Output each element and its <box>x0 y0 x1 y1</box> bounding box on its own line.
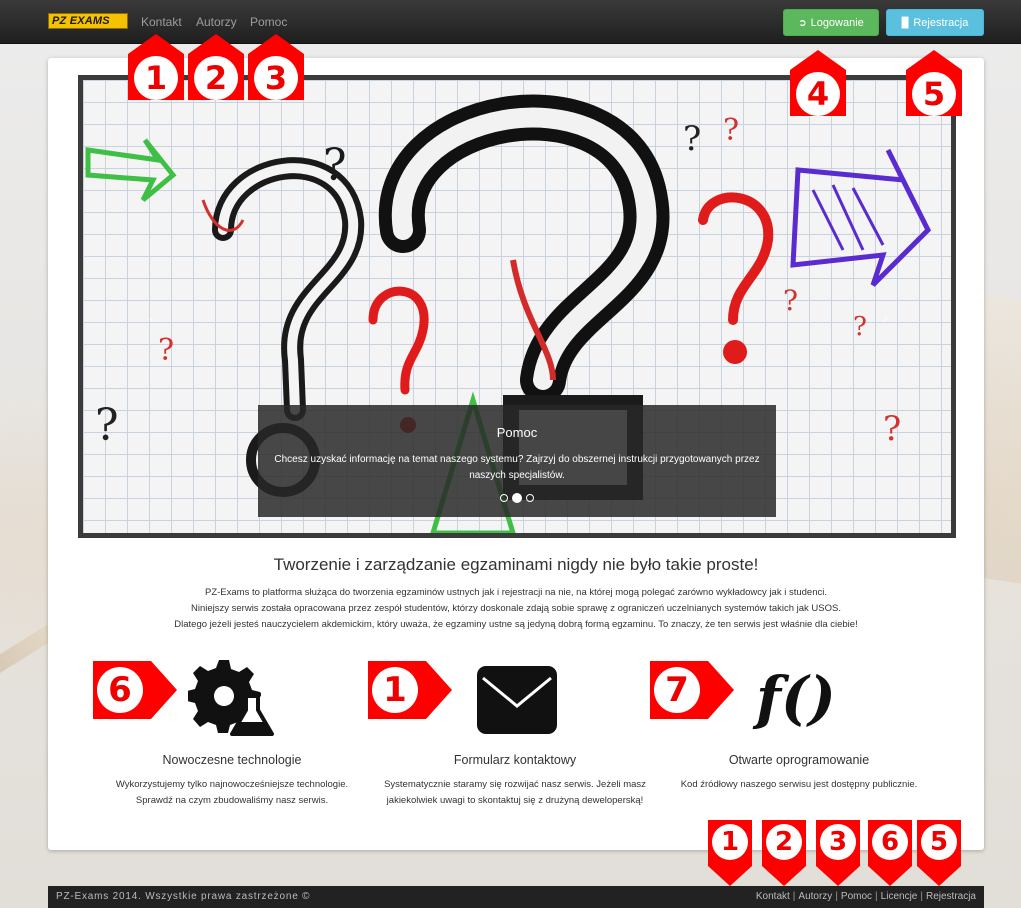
annotation-number: 3 <box>820 824 856 860</box>
sign-in-icon: ➲ <box>798 18 807 29</box>
brand-logo[interactable]: PZ EXAMS <box>48 13 128 29</box>
annotation-marker: 5 <box>917 820 961 886</box>
svg-text:?: ? <box>683 119 701 159</box>
annotation-marker: 1 <box>128 34 184 100</box>
annotation-number: 1 <box>712 824 748 860</box>
login-button[interactable]: ➲ Logowanie <box>783 9 879 36</box>
footer-link-autorzy[interactable]: Autorzy <box>798 891 832 902</box>
annotation-number: 1 <box>372 667 418 713</box>
intro-line-2: Niniejszy serwis została opracowana prze… <box>190 603 841 614</box>
feature-title-open-source: Otwarte oprogramowanie <box>728 753 870 767</box>
svg-text:?: ? <box>883 409 901 449</box>
feature-title-contact: Formularz kontaktowy <box>453 753 577 767</box>
annotation-number: 4 <box>796 72 840 116</box>
annotation-number: 2 <box>194 56 238 100</box>
footer-bar: PZ-Exams 2014. Wszystkie prawa zastrzeżo… <box>48 886 984 908</box>
annotation-marker: 1 <box>708 820 752 886</box>
annotation-marker: 2 <box>188 34 244 100</box>
footer-separator: | <box>920 891 923 902</box>
feature-text-technologies: Wykorzystujemy tylko najnowocześniejsze … <box>115 779 349 806</box>
annotation-marker: 6 <box>93 661 177 719</box>
nav-link-autorzy[interactable]: Autorzy <box>196 14 237 30</box>
svg-text:?: ? <box>95 400 119 451</box>
footer-link-licencje[interactable]: Licencje <box>881 891 918 902</box>
annotation-marker: 3 <box>248 34 304 100</box>
svg-text:?: ? <box>723 113 739 148</box>
annotation-number: 5 <box>921 824 957 860</box>
annotation-number: 1 <box>134 56 178 100</box>
annotation-marker: 5 <box>906 50 962 116</box>
feature-text-contact: Systematycznie staramy się rozwijać nasz… <box>384 779 646 806</box>
intro-line-3: Dlatego jeżeli jesteś nauczycielem akdem… <box>174 619 858 630</box>
annotation-number: 6 <box>872 824 908 860</box>
annotation-number: 6 <box>97 667 143 713</box>
footer-copyright: PZ-Exams 2014. Wszystkie prawa zastrzeżo… <box>56 891 311 902</box>
feature-title-technologies: Nowoczesne technologie <box>162 753 302 767</box>
hero-carousel[interactable]: ? ? ? ? ? ? ? ? ‹ › Pomoc Chcesz uzyskać… <box>78 75 956 538</box>
envelope-icon[interactable] <box>475 664 559 736</box>
footer-link-rejestracja[interactable]: Rejestracja <box>926 891 976 902</box>
carousel-prev-icon[interactable]: ‹ <box>149 310 154 326</box>
main-panel: ? ? ? ? ? ? ? ? ‹ › Pomoc Chcesz uzyskać… <box>48 58 984 850</box>
annotation-marker: 7 <box>650 661 734 719</box>
register-label: Rejestracja <box>913 17 969 29</box>
nav-link-pomoc[interactable]: Pomoc <box>250 14 287 30</box>
annotation-number: 5 <box>912 72 956 116</box>
annotation-marker: 2 <box>762 820 806 886</box>
document-icon: ▉ <box>901 18 910 29</box>
footer-link-pomoc[interactable]: Pomoc <box>841 891 872 902</box>
carousel-indicator-2[interactable] <box>512 493 522 503</box>
function-icon: f() <box>756 664 836 732</box>
svg-text:?: ? <box>158 333 174 368</box>
annotation-marker: 1 <box>368 661 452 719</box>
intro-text: PZ-Exams to platforma służąca do tworzen… <box>88 585 944 633</box>
annotation-marker: 4 <box>790 50 846 116</box>
footer-separator: | <box>875 891 878 902</box>
annotation-number: 3 <box>254 56 298 100</box>
annotation-number: 7 <box>654 667 700 713</box>
caption-text: Chcesz uzyskać informację na temat nasze… <box>274 454 760 481</box>
annotation-marker: 3 <box>816 820 860 886</box>
feature-text-open-source: Kod źródłowy naszego serwisu jest dostęp… <box>680 779 918 790</box>
annotation-marker: 6 <box>868 820 912 886</box>
carousel-indicator-1[interactable] <box>500 494 508 502</box>
carousel-next-icon[interactable]: › <box>883 310 888 326</box>
svg-text:?: ? <box>853 312 867 342</box>
carousel-caption: Pomoc Chcesz uzyskać informację na temat… <box>258 405 776 517</box>
svg-text:?: ? <box>783 284 798 317</box>
footer-separator: | <box>792 891 796 902</box>
gear-flask-icon <box>188 660 274 736</box>
intro-line-1: PZ-Exams to platforma służąca do tworzen… <box>204 587 827 598</box>
footer-separator: | <box>835 891 838 902</box>
caption-title: Pomoc <box>496 425 538 440</box>
register-button[interactable]: ▉ Rejestracja <box>886 9 984 36</box>
footer-links: Kontakt | Autorzy | Pomoc | Licencje | Rejestrac… <box>756 886 976 908</box>
footer-link-kontakt[interactable]: Kontakt <box>756 891 790 902</box>
carousel-indicators <box>258 493 776 503</box>
page-headline: Tworzenie i zarządzanie egzaminami nigdy… <box>273 555 759 574</box>
login-label: Logowanie <box>810 17 864 29</box>
annotation-number: 2 <box>766 824 802 860</box>
nav-link-kontakt[interactable]: Kontakt <box>141 14 182 30</box>
carousel-indicator-3[interactable] <box>526 494 534 502</box>
svg-text:?: ? <box>323 140 347 191</box>
